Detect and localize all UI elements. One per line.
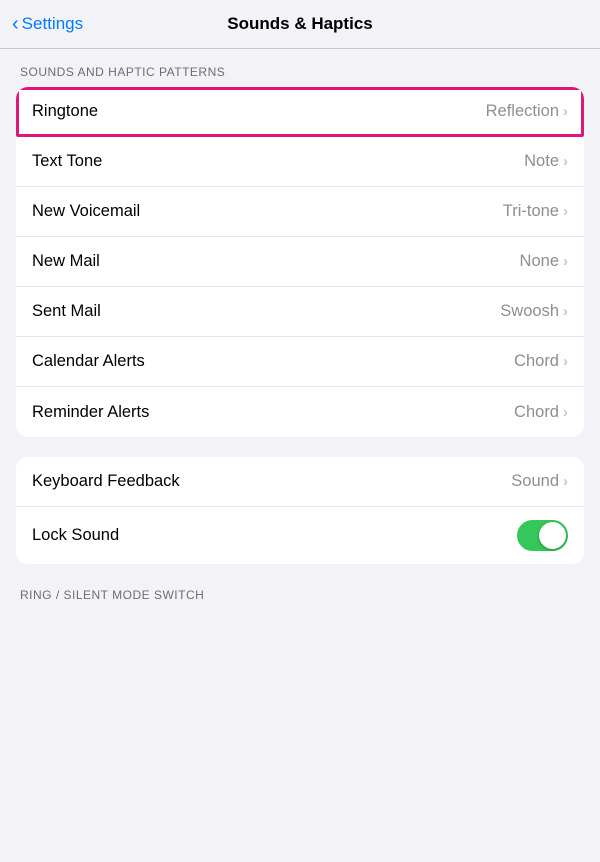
sent-mail-value-wrap: Swoosh › (500, 302, 568, 321)
new-mail-row[interactable]: New Mail None › (16, 237, 584, 287)
section1-label: SOUNDS AND HAPTIC PATTERNS (0, 49, 600, 87)
navigation-bar: ‹ Settings Sounds & Haptics (0, 0, 600, 49)
calendar-alerts-chevron-icon: › (563, 353, 568, 370)
keyboard-feedback-chevron-icon: › (563, 473, 568, 490)
new-voicemail-value: Tri-tone (503, 202, 559, 221)
new-mail-label: New Mail (32, 252, 100, 271)
ringtone-label: Ringtone (32, 102, 98, 121)
text-tone-value: Note (524, 152, 559, 171)
sent-mail-value: Swoosh (500, 302, 559, 321)
new-mail-value: None (520, 252, 559, 271)
ringtone-value-wrap: Reflection › (486, 102, 568, 121)
reminder-alerts-value: Chord (514, 403, 559, 422)
new-mail-chevron-icon: › (563, 253, 568, 270)
reminder-alerts-label: Reminder Alerts (32, 403, 149, 422)
sent-mail-label: Sent Mail (32, 302, 101, 321)
keyboard-feedback-value-wrap: Sound › (511, 472, 568, 491)
sent-mail-chevron-icon: › (563, 303, 568, 320)
ringtone-value: Reflection (486, 102, 559, 121)
lock-sound-label: Lock Sound (32, 526, 119, 545)
new-voicemail-chevron-icon: › (563, 203, 568, 220)
page-title: Sounds & Haptics (227, 14, 372, 34)
reminder-alerts-row[interactable]: Reminder Alerts Chord › (16, 387, 584, 437)
lock-sound-toggle[interactable] (517, 520, 568, 551)
sounds-haptic-group: Ringtone Reflection › Text Tone Note › N… (16, 87, 584, 437)
footer-section-label: RING / SILENT MODE SWITCH (0, 584, 600, 612)
reminder-alerts-chevron-icon: › (563, 404, 568, 421)
text-tone-value-wrap: Note › (524, 152, 568, 171)
back-button[interactable]: ‹ Settings (12, 13, 83, 36)
feedback-group: Keyboard Feedback Sound › Lock Sound (16, 457, 584, 564)
back-label: Settings (22, 14, 83, 34)
calendar-alerts-row[interactable]: Calendar Alerts Chord › (16, 337, 584, 387)
lock-sound-row[interactable]: Lock Sound (16, 507, 584, 564)
calendar-alerts-label: Calendar Alerts (32, 352, 145, 371)
ringtone-chevron-icon: › (563, 103, 568, 120)
back-chevron-icon: ‹ (12, 13, 19, 36)
keyboard-feedback-label: Keyboard Feedback (32, 472, 180, 491)
new-voicemail-value-wrap: Tri-tone › (503, 202, 568, 221)
ringtone-row[interactable]: Ringtone Reflection › (16, 87, 584, 137)
calendar-alerts-value-wrap: Chord › (514, 352, 568, 371)
reminder-alerts-value-wrap: Chord › (514, 403, 568, 422)
new-voicemail-label: New Voicemail (32, 202, 140, 221)
text-tone-chevron-icon: › (563, 153, 568, 170)
sent-mail-row[interactable]: Sent Mail Swoosh › (16, 287, 584, 337)
new-voicemail-row[interactable]: New Voicemail Tri-tone › (16, 187, 584, 237)
toggle-knob (539, 522, 566, 549)
keyboard-feedback-row[interactable]: Keyboard Feedback Sound › (16, 457, 584, 507)
keyboard-feedback-value: Sound (511, 472, 559, 491)
calendar-alerts-value: Chord (514, 352, 559, 371)
text-tone-row[interactable]: Text Tone Note › (16, 137, 584, 187)
lock-sound-toggle-container[interactable] (517, 520, 568, 551)
new-mail-value-wrap: None › (520, 252, 568, 271)
text-tone-label: Text Tone (32, 152, 102, 171)
